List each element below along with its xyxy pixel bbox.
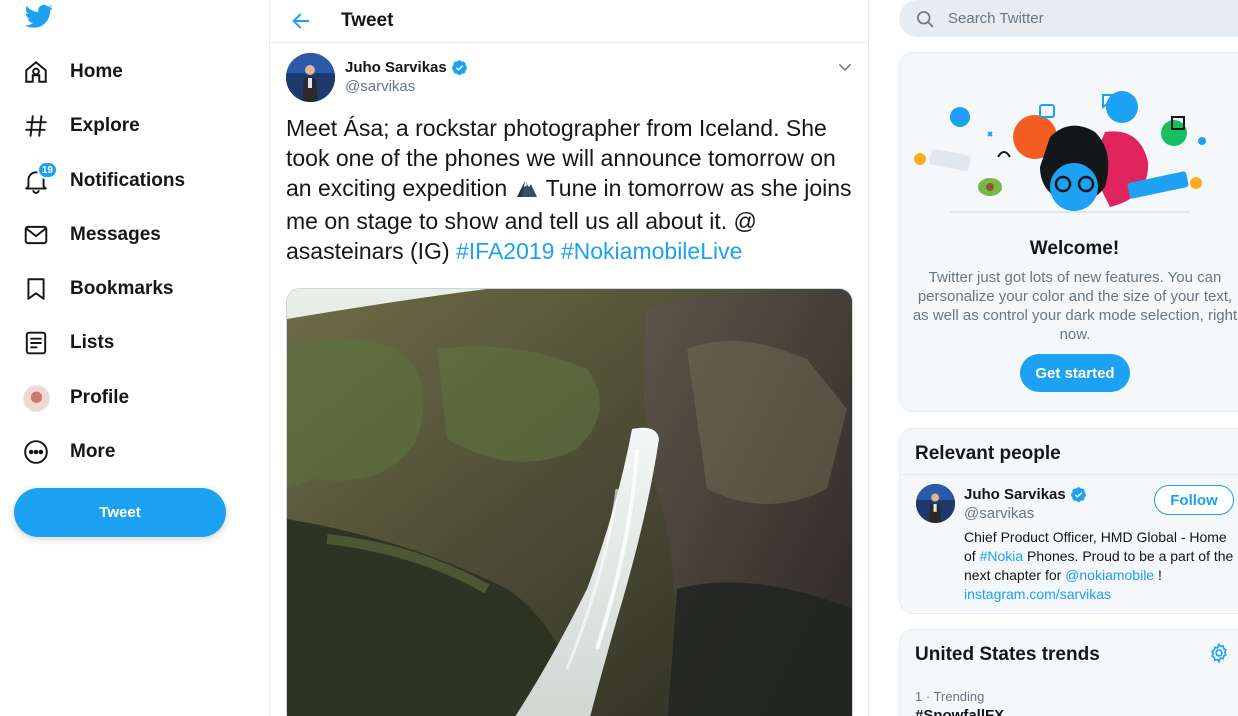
hashtag-link[interactable]: #IFA2019 — [456, 238, 554, 264]
get-started-button[interactable]: Get started — [1020, 354, 1130, 392]
search-input[interactable] — [948, 10, 1198, 27]
more-icon — [22, 438, 50, 466]
trend-name[interactable]: #SnowfallFX — [915, 707, 1004, 716]
list-icon — [22, 329, 50, 357]
nav-item-profile[interactable]: Profile — [22, 380, 129, 416]
bookmark-icon — [22, 275, 50, 303]
nav-label-explore: Explore — [70, 115, 140, 136]
tweet-text: Meet Ása; a rockstar photographer from I… — [286, 113, 856, 266]
nav-label-messages: Messages — [70, 224, 161, 245]
nav-label-notifications: Notifications — [70, 170, 186, 191]
bell-icon: 19 — [22, 161, 58, 195]
author-name-text: Juho Sarvikas — [345, 59, 447, 76]
welcome-title: Welcome! — [1029, 238, 1120, 259]
back-arrow-icon[interactable] — [284, 4, 318, 38]
nav-label-bookmarks: Bookmarks — [70, 278, 174, 299]
search-icon — [917, 10, 934, 27]
verified-badge-icon — [451, 60, 467, 76]
nav-label-lists: Lists — [70, 332, 115, 353]
divider — [900, 474, 1238, 475]
gear-icon[interactable] — [1208, 642, 1230, 664]
author-avatar[interactable] — [286, 53, 335, 102]
relevant-people-card: Relevant people Juho Sarvikas @sarvikas … — [899, 428, 1238, 614]
search-bar — [899, 0, 1238, 37]
nav-item-lists[interactable]: Lists — [22, 325, 114, 361]
verified-badge-icon — [1070, 487, 1086, 503]
relevant-people-title: Relevant people — [915, 443, 1061, 464]
bio-text: ! — [1154, 567, 1162, 583]
follow-button[interactable]: Follow — [1154, 485, 1234, 515]
tweet-detail-column: Tweet Juho Sarvikas @sarvikas Meet Ása; … — [269, 0, 869, 716]
hashtag-icon — [22, 112, 50, 140]
bio-mention-link[interactable]: @nokiamobile — [1065, 567, 1154, 583]
tweet-author: Juho Sarvikas @sarvikas — [286, 53, 468, 102]
twitter-bird-icon[interactable] — [24, 2, 54, 30]
relevant-person-name[interactable]: Juho Sarvikas — [964, 486, 1087, 503]
hashtag-link[interactable]: #NokiamobileLive — [561, 238, 743, 264]
nav-item-notifications[interactable]: 19 Notifications — [22, 161, 186, 199]
trend-meta: 1 · Trending — [915, 689, 985, 704]
home-icon — [22, 58, 50, 86]
bio-hashtag-link[interactable]: #Nokia — [980, 548, 1024, 564]
welcome-body: Twitter just got lots of new features. Y… — [912, 269, 1238, 343]
avatar — [22, 384, 50, 412]
chevron-down-icon[interactable] — [834, 56, 856, 78]
sidebar-nav: Home Explore 19 Notifications Messages B… — [0, 0, 270, 716]
nav-item-more[interactable]: More — [22, 434, 115, 470]
welcome-illustration — [910, 77, 1210, 217]
bio-url-link[interactable]: instagram.com/sarvikas — [964, 586, 1111, 602]
relevant-person-avatar[interactable] — [916, 484, 955, 523]
nav-label-profile: Profile — [70, 387, 130, 408]
relevant-person-name-text: Juho Sarvikas — [964, 486, 1066, 503]
welcome-card: Welcome! Twitter just got lots of new fe… — [899, 52, 1238, 412]
trends-title: United States trends — [915, 644, 1100, 665]
tweet-photo-waterfall[interactable] — [286, 288, 853, 716]
page-title: Tweet — [341, 10, 394, 31]
nav-label-home: Home — [70, 61, 123, 82]
envelope-icon — [22, 221, 50, 249]
author-handle[interactable]: @sarvikas — [345, 78, 468, 95]
page-header: Tweet — [270, 0, 868, 43]
tweet-button[interactable]: Tweet — [14, 488, 226, 537]
nav-item-bookmarks[interactable]: Bookmarks — [22, 271, 174, 307]
relevant-person-bio: Chief Product Officer, HMD Global - Home… — [964, 528, 1238, 604]
nav-item-messages[interactable]: Messages — [22, 217, 161, 253]
author-name[interactable]: Juho Sarvikas — [345, 59, 468, 76]
trends-card: United States trends 1 · Trending #Snowf… — [899, 629, 1238, 716]
nav-item-explore[interactable]: Explore — [22, 108, 140, 144]
relevant-person-handle[interactable]: @sarvikas — [964, 505, 1034, 522]
notification-count-badge: 19 — [36, 161, 58, 179]
nav-item-home[interactable]: Home — [22, 54, 123, 90]
nav-label-more: More — [70, 441, 116, 462]
mountain-emoji-icon — [514, 175, 540, 206]
